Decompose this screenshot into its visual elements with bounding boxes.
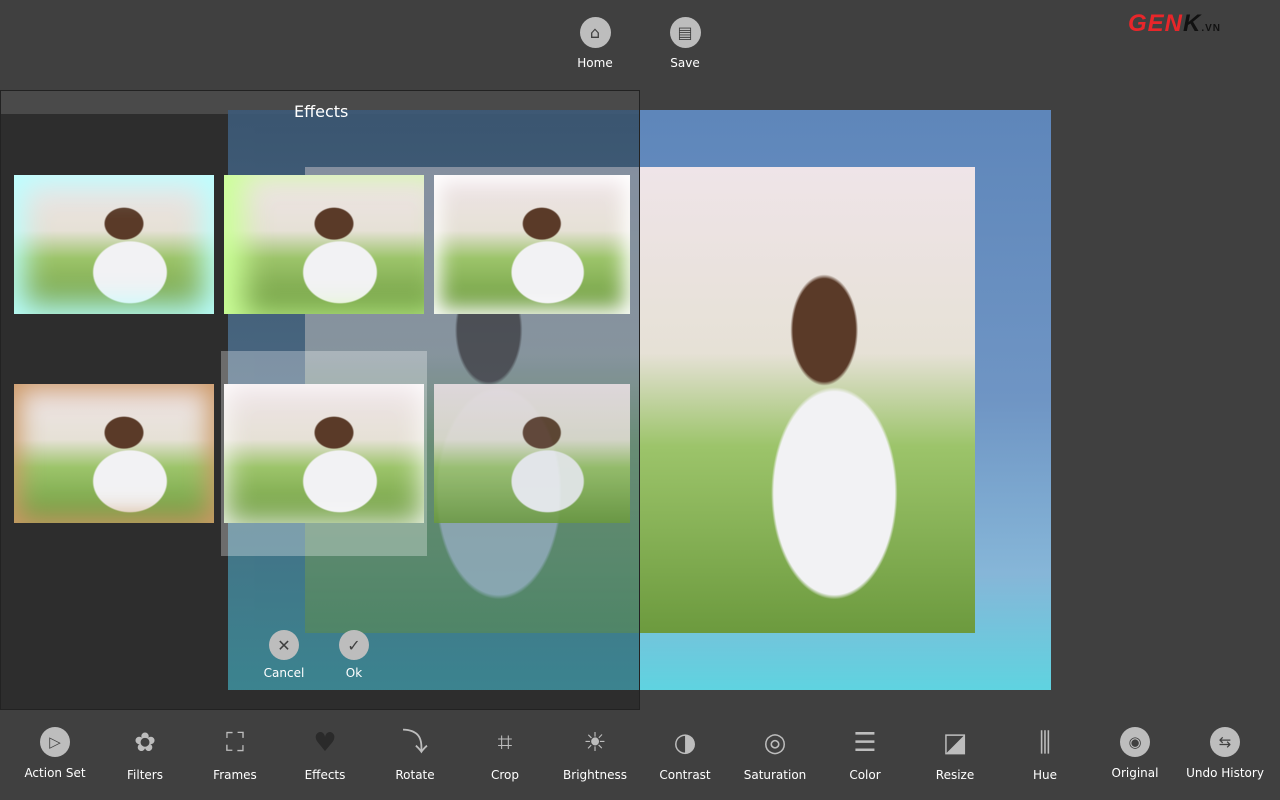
- main-image-canvas[interactable]: [640, 110, 1051, 690]
- flower-icon: ✿: [134, 728, 156, 758]
- tool-brightness[interactable]: ☀ Brightness: [550, 727, 640, 782]
- effect-thumbnail-6[interactable]: [434, 384, 630, 523]
- tool-label: Brightness: [563, 768, 627, 782]
- play-icon: ▷: [40, 727, 70, 757]
- tool-label: Color: [849, 768, 881, 782]
- tool-filters[interactable]: ✿ Filters: [100, 727, 190, 782]
- tool-frames[interactable]: ⛶ Frames: [190, 727, 280, 782]
- tool-crop[interactable]: ⌗ Crop: [460, 727, 550, 782]
- tool-saturation[interactable]: ◎ Saturation: [730, 727, 820, 782]
- effect-thumbnail-2[interactable]: [224, 175, 424, 314]
- effect-thumbnail-4[interactable]: [14, 384, 214, 523]
- tool-color[interactable]: ☰ Color: [820, 727, 910, 782]
- tool-rotate[interactable]: ⤵ Rotate: [370, 727, 460, 782]
- sun-icon: ☀: [583, 728, 607, 758]
- undo-history-icon: ⇆: [1210, 727, 1240, 757]
- sliders-icon: ☰: [853, 728, 877, 758]
- tool-contrast[interactable]: ◑ Contrast: [640, 727, 730, 782]
- main-photo: [640, 167, 975, 633]
- tool-label: Effects: [304, 768, 346, 782]
- tool-label: Hue: [1032, 768, 1057, 782]
- bottom-toolbar: ▷ Action Set ✿ Filters ⛶ Frames ♥ Effects ⤵ R…: [0, 715, 1280, 800]
- spiral-icon: ◎: [763, 728, 787, 758]
- ok-button[interactable]: ✓ Ok: [329, 630, 379, 680]
- save-button[interactable]: ▤ Save: [655, 17, 715, 70]
- tool-label: Filters: [127, 768, 163, 782]
- heart-icon: ♥: [313, 728, 337, 758]
- tool-label: Rotate: [395, 768, 435, 782]
- check-icon: ✓: [339, 630, 369, 660]
- tool-hue[interactable]: ⫼ Hue: [1000, 727, 1090, 782]
- tool-label: Resize: [935, 768, 975, 782]
- close-icon: ✕: [269, 630, 299, 660]
- save-icon: ▤: [669, 17, 701, 48]
- tool-label: Contrast: [659, 768, 711, 782]
- effect-thumbnail-5[interactable]: [224, 384, 424, 523]
- hue-icon: ⫼: [1039, 728, 1051, 758]
- genk-logo: GENK.VN: [1128, 10, 1222, 37]
- tool-label: Action Set: [24, 766, 86, 780]
- home-label: Home: [577, 56, 613, 70]
- ok-label: Ok: [345, 666, 363, 680]
- effect-thumbnail-3[interactable]: [434, 175, 630, 314]
- tool-undo-history[interactable]: ⇆ Undo History: [1180, 727, 1270, 780]
- tool-label: Frames: [213, 768, 257, 782]
- tool-label: Crop: [490, 768, 519, 782]
- crop-icon: ⌗: [497, 728, 513, 758]
- eye-icon: ◉: [1120, 727, 1150, 757]
- contrast-icon: ◑: [673, 728, 697, 758]
- tool-label: Saturation: [743, 768, 807, 782]
- rotate-icon: ⤵: [401, 728, 428, 758]
- home-icon: ⌂: [579, 17, 611, 48]
- tool-action-set[interactable]: ▷ Action Set: [10, 727, 100, 780]
- resize-icon: ◪: [942, 728, 968, 758]
- cancel-label: Cancel: [263, 666, 305, 680]
- cancel-button[interactable]: ✕ Cancel: [259, 630, 309, 680]
- tool-effects[interactable]: ♥ Effects: [280, 727, 370, 782]
- effects-title: Effects: [294, 102, 349, 121]
- home-button[interactable]: ⌂ Home: [565, 17, 625, 70]
- tool-label: Original: [1111, 766, 1159, 780]
- tool-resize[interactable]: ◪ Resize: [910, 727, 1000, 782]
- save-label: Save: [670, 56, 700, 70]
- effect-thumbnail-1[interactable]: [14, 175, 214, 314]
- tool-label: Undo History: [1186, 766, 1264, 780]
- tool-original[interactable]: ◉ Original: [1090, 727, 1180, 780]
- frame-star-icon: ⛶: [225, 728, 245, 758]
